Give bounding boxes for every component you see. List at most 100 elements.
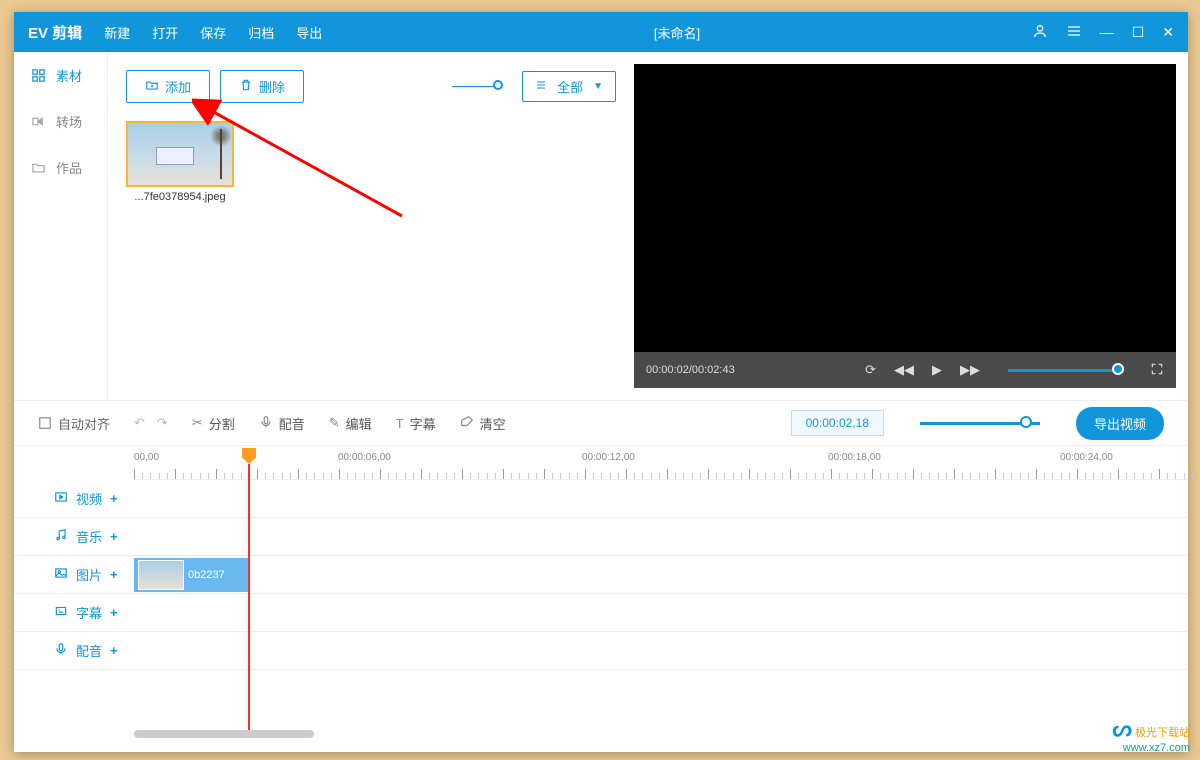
tracks: 视频 + 音乐 + bbox=[14, 480, 1188, 670]
zoom-slider[interactable] bbox=[920, 422, 1040, 425]
side-tabs: 素材 转场 作品 bbox=[14, 52, 108, 400]
track-label: 图片 bbox=[76, 565, 102, 584]
undo-redo-group: ↶ ↷ bbox=[134, 415, 168, 431]
timeline-toolbar: 自动对齐 ↶ ↷ ✂ 分割 配音 ✎ 编辑 T 字幕 清空 bbox=[14, 400, 1188, 446]
add-track-icon[interactable]: + bbox=[110, 643, 118, 658]
ruler-tick: 00:00:12,00 bbox=[582, 452, 635, 463]
grid-icon bbox=[30, 68, 46, 83]
folder-plus-icon bbox=[145, 78, 159, 95]
add-track-icon[interactable]: + bbox=[110, 529, 118, 544]
sidebar-item-media[interactable]: 素材 bbox=[14, 52, 107, 98]
add-label: 添加 bbox=[165, 77, 191, 96]
subtitle-button[interactable]: T 字幕 bbox=[396, 414, 436, 433]
delete-button[interactable]: 删除 bbox=[220, 70, 304, 103]
auto-align-checkbox[interactable]: 自动对齐 bbox=[38, 414, 110, 433]
track-label: 音乐 bbox=[76, 527, 102, 546]
sidebar-item-label: 素材 bbox=[56, 66, 82, 85]
menu-save[interactable]: 保存 bbox=[200, 23, 226, 42]
video-icon bbox=[54, 490, 68, 507]
maximize-icon[interactable]: ☐ bbox=[1132, 24, 1145, 41]
track-body[interactable] bbox=[134, 594, 1188, 631]
play-icon[interactable]: ▶ bbox=[932, 362, 942, 378]
mic-icon bbox=[54, 642, 68, 659]
app-logo: EV 剪辑 bbox=[14, 22, 96, 43]
dub-button[interactable]: 配音 bbox=[259, 414, 305, 433]
dub-label: 配音 bbox=[279, 414, 305, 433]
split-button[interactable]: ✂ 分割 bbox=[192, 414, 235, 433]
menu-new[interactable]: 新建 bbox=[104, 23, 130, 42]
list-icon bbox=[535, 79, 547, 94]
watermark-url: www.xz7.com bbox=[1112, 742, 1190, 754]
clear-button[interactable]: 清空 bbox=[460, 414, 506, 433]
scissors-icon: ✂ bbox=[192, 415, 203, 431]
fullscreen-icon[interactable] bbox=[1150, 362, 1164, 379]
auto-align-label: 自动对齐 bbox=[58, 414, 110, 433]
sidebar-item-works[interactable]: 作品 bbox=[14, 144, 107, 190]
close-icon[interactable]: ✕ bbox=[1162, 24, 1174, 41]
add-track-icon[interactable]: + bbox=[110, 567, 118, 582]
add-button[interactable]: 添加 bbox=[126, 70, 210, 103]
delete-label: 删除 bbox=[259, 77, 285, 96]
menu-icon[interactable] bbox=[1066, 23, 1082, 42]
track-head-image: 图片 + bbox=[14, 565, 134, 584]
filter-dropdown[interactable]: 全部 ▼ bbox=[522, 71, 616, 102]
menu-archive[interactable]: 归档 bbox=[248, 23, 274, 42]
ruler-tick: 00:00:06,00 bbox=[338, 452, 391, 463]
horizontal-scrollbar[interactable] bbox=[134, 730, 314, 738]
media-item[interactable]: ...7fe0378954.jpeg bbox=[126, 121, 234, 203]
image-clip[interactable]: 0b2237 bbox=[134, 558, 248, 592]
broom-icon bbox=[460, 415, 474, 432]
volume-slider[interactable] bbox=[1008, 369, 1118, 372]
track-video: 视频 + bbox=[14, 480, 1188, 518]
window-controls: — ☐ ✕ bbox=[1032, 23, 1188, 42]
media-panel: 添加 删除 全部 ▼ bbox=[108, 52, 634, 400]
clip-thumbnail bbox=[138, 560, 184, 590]
playhead-line bbox=[248, 464, 250, 730]
app-window: EV 剪辑 新建 打开 保存 归档 导出 [未命名] — ☐ ✕ bbox=[14, 12, 1188, 752]
track-body[interactable] bbox=[134, 480, 1188, 517]
preview-controls: 00:00:02/00:02:43 ⟳ ◀◀ ▶ ▶▶ bbox=[634, 352, 1176, 388]
sidebar-item-transition[interactable]: 转场 bbox=[14, 98, 107, 144]
export-video-button[interactable]: 导出视频 bbox=[1076, 407, 1164, 440]
edit-button[interactable]: ✎ 编辑 bbox=[329, 414, 372, 433]
track-label: 视频 bbox=[76, 489, 102, 508]
edit-label: 编辑 bbox=[346, 414, 372, 433]
watermark-brand: 极光下载站 bbox=[1135, 727, 1190, 739]
menu-open[interactable]: 打开 bbox=[152, 23, 178, 42]
track-music: 音乐 + bbox=[14, 518, 1188, 556]
track-body[interactable] bbox=[134, 632, 1188, 669]
minimize-icon[interactable]: — bbox=[1100, 24, 1114, 40]
main-menu: 新建 打开 保存 归档 导出 bbox=[96, 23, 322, 42]
user-icon[interactable] bbox=[1032, 23, 1048, 42]
watermark: ᔕ 极光下载站 www.xz7.com bbox=[1112, 716, 1190, 754]
track-head-video: 视频 + bbox=[14, 489, 134, 508]
folder-icon bbox=[30, 160, 46, 175]
track-subtitle: 字幕 + bbox=[14, 594, 1188, 632]
loop-icon[interactable]: ⟳ bbox=[865, 362, 876, 378]
add-track-icon[interactable]: + bbox=[110, 491, 118, 506]
trash-icon bbox=[239, 78, 253, 95]
ruler-tick: 00:00:18,00 bbox=[828, 452, 881, 463]
media-thumbnail bbox=[126, 121, 234, 187]
preview-time: 00:00:02/00:02:43 bbox=[646, 364, 735, 376]
clear-label: 清空 bbox=[480, 414, 506, 433]
sidebar-item-label: 作品 bbox=[56, 158, 82, 177]
track-dub: 配音 + bbox=[14, 632, 1188, 670]
add-track-icon[interactable]: + bbox=[110, 605, 118, 620]
redo-icon[interactable]: ↷ bbox=[157, 415, 168, 431]
track-body[interactable]: 0b2237 bbox=[134, 556, 1188, 593]
pencil-icon: ✎ bbox=[329, 415, 340, 431]
timeline-ruler[interactable]: 00,00 00:00:06,00 00:00:12,00 00:00:18,0… bbox=[134, 446, 1188, 480]
sidebar-item-label: 转场 bbox=[56, 112, 82, 131]
subtitle-icon bbox=[54, 604, 68, 621]
thumbnail-size-slider[interactable] bbox=[452, 86, 498, 88]
forward-icon[interactable]: ▶▶ bbox=[960, 362, 980, 378]
undo-icon[interactable]: ↶ bbox=[134, 415, 145, 431]
rewind-icon[interactable]: ◀◀ bbox=[894, 362, 914, 378]
preview-video[interactable] bbox=[634, 64, 1176, 352]
menu-export[interactable]: 导出 bbox=[296, 23, 322, 42]
timecode-display: 00:00:02,18 bbox=[791, 410, 884, 436]
text-icon: T bbox=[396, 416, 404, 431]
media-toolbar: 添加 删除 全部 ▼ bbox=[126, 70, 616, 103]
track-body[interactable] bbox=[134, 518, 1188, 555]
